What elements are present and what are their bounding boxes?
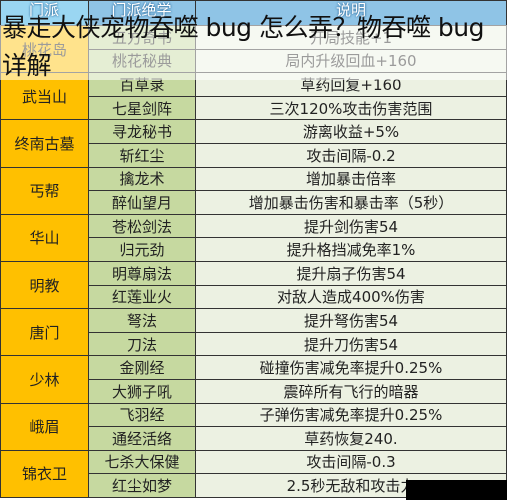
- skill-name: 苍松剑法: [88, 213, 196, 239]
- sect-name: 唐门: [0, 308, 89, 357]
- table-row: 终南古墓 寻龙秘书 游离收益+5%: [0, 119, 507, 168]
- table-row: 明教 明尊扇法 提升扇子伤害54: [0, 260, 507, 310]
- table-row: 少林 金刚经 碰撞伤害减免率提升0.25%: [0, 355, 507, 404]
- skill-name: 明尊扇法: [88, 260, 196, 286]
- skill-desc: 游离收益+5%: [195, 119, 507, 144]
- skill-name: 飞羽经: [88, 402, 196, 428]
- header-sect: 门派: [28, 1, 59, 19]
- skill-name: 刀法: [88, 331, 196, 357]
- skill-desc: 提升刀伤害54: [195, 331, 507, 357]
- skill-desc: 草药恢复240.: [195, 426, 507, 451]
- sect-name: 少林: [0, 355, 89, 404]
- skill-name: 弩法: [88, 308, 196, 333]
- table-row: 华山 苍松剑法 提升剑伤害54: [0, 213, 507, 262]
- skill-name: 金刚经: [88, 355, 196, 380]
- skill-desc: 提升扇子伤害54: [195, 260, 507, 286]
- skill-name: 红尘如梦: [88, 473, 196, 498]
- header-skill: 门派绝学: [111, 1, 172, 19]
- watermark-box: [406, 480, 507, 500]
- skill-desc: 三次120%攻击伤害范围: [195, 95, 507, 121]
- skill-name: 七星剑阵: [88, 95, 196, 121]
- skill-name: 醉仙望月: [88, 190, 196, 215]
- skill-desc: 攻击间隔-0.2: [195, 142, 507, 168]
- skill-desc: 碰撞伤害减免率提升0.25%: [195, 355, 507, 380]
- sect-name: 丐帮: [0, 166, 89, 215]
- skill-desc: 对敌人造成400%伤害: [195, 284, 507, 310]
- skill-desc: 震碎所有飞行的暗器: [195, 378, 507, 404]
- skill-desc: 增加暴击伤害和暴击率（5秒）: [195, 190, 507, 215]
- skill-name: 擒龙术: [88, 166, 196, 192]
- skill-name: 通经活络: [88, 426, 196, 451]
- skill-desc: 提升弩伤害54: [195, 308, 507, 333]
- table-row: 唐门 弩法 提升弩伤害54: [0, 308, 507, 357]
- sect-name: 华山: [0, 213, 89, 262]
- table-header-labels: 门派 门派绝学 说明: [0, 0, 507, 25]
- skill-name: 大狮子吼: [88, 378, 196, 404]
- sect-name: 终南古墓: [0, 119, 89, 168]
- sect-name: 锦衣卫: [0, 449, 89, 498]
- table-row: 丐帮 擒龙术 增加暴击倍率: [0, 166, 507, 215]
- skill-name: 寻龙秘书: [88, 119, 196, 144]
- skill-name: 斩红尘: [88, 142, 196, 168]
- sect-name: 峨眉: [0, 402, 89, 451]
- skill-name: 红莲业火: [88, 284, 196, 310]
- skill-name: 归元劲: [88, 237, 196, 262]
- table-row: 峨眉 飞羽经 子弹伤害减免率提升0.25%: [0, 402, 507, 451]
- skill-desc: 攻击间隔-0.3: [195, 449, 507, 475]
- skill-desc: 子弹伤害减免率提升0.25%: [195, 402, 507, 428]
- skill-name: 七杀大保健: [88, 449, 196, 475]
- skill-desc: 提升格挡减免率1%: [195, 237, 507, 262]
- skill-desc: 提升剑伤害54: [195, 213, 507, 239]
- table-row: 锦衣卫 七杀大保健 攻击间隔-0.3: [0, 449, 507, 498]
- skill-desc: 增加暴击倍率: [195, 166, 507, 192]
- header-desc: 说明: [335, 1, 366, 19]
- sect-name: 明教: [0, 260, 89, 310]
